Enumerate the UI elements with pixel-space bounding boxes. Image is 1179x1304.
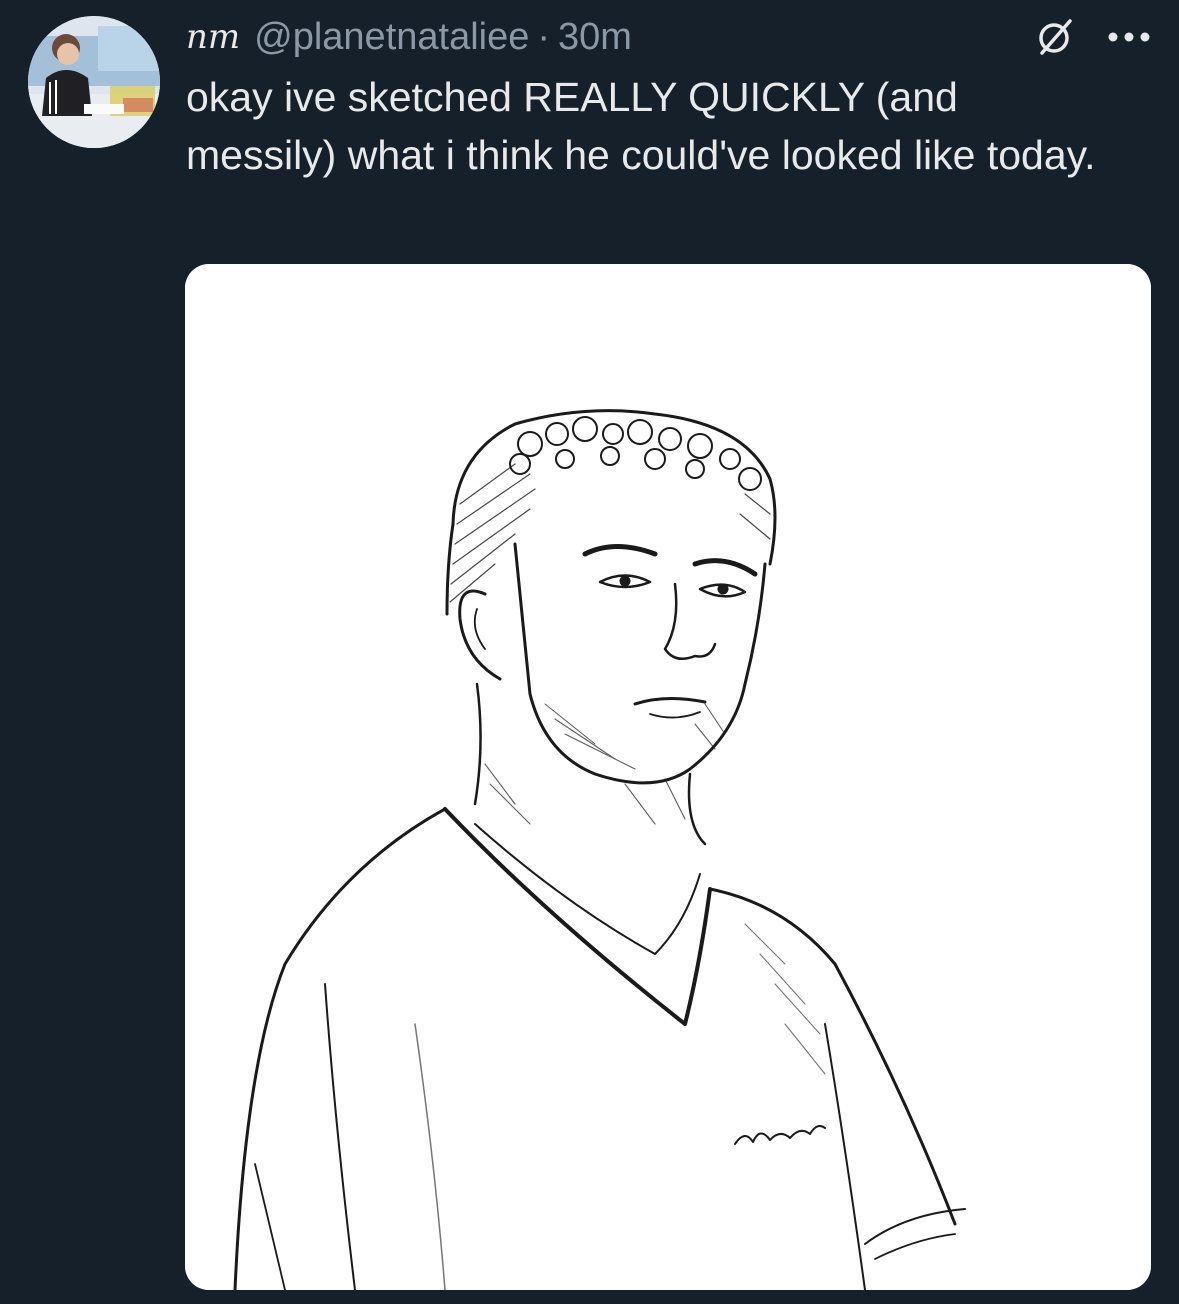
avatar[interactable] [28,16,160,148]
tweet-text: okay ive sketched REALLY QUICKLY (and me… [186,74,1096,178]
header-actions [1033,14,1151,60]
tweet-card[interactable]: nm @planetnataliee · 30m okay ive sketch… [0,0,1179,1304]
sketch-drawing [185,264,1151,1290]
tweet-media-image[interactable] [185,264,1151,1290]
header-separator: · [537,15,551,58]
sandbox-icon[interactable] [1033,15,1077,59]
display-name[interactable]: nm [186,17,240,57]
more-icon[interactable] [1107,30,1151,44]
user-handle[interactable]: @planetnataliee [254,16,529,59]
timestamp[interactable]: 30m [558,16,632,59]
tweet-header: nm @planetnataliee · 30m [186,14,632,60]
